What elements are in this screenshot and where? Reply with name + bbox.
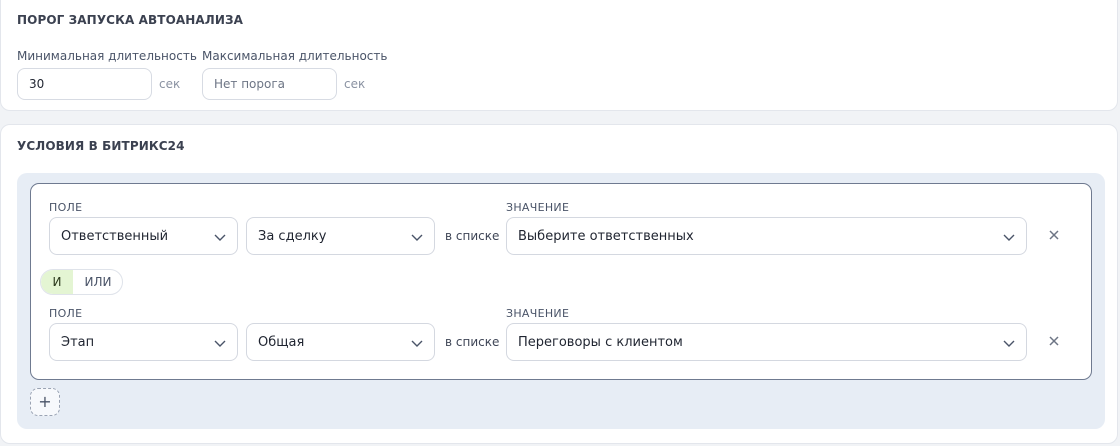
row2-value-select[interactable]: Переговоры с клиентом bbox=[506, 323, 1027, 361]
row2-value: Переговоры с клиентом bbox=[518, 335, 683, 350]
row2-field-label: ПОЛЕ bbox=[49, 307, 83, 320]
row1-operator: в списке bbox=[445, 229, 500, 243]
logic-or-option[interactable]: ИЛИ bbox=[73, 270, 122, 294]
chevron-down-icon bbox=[1003, 234, 1015, 241]
row2-mode-select[interactable]: Общая bbox=[246, 323, 435, 361]
condition-group: ПОЛЕ Ответственный За сделку в списке ЗН… bbox=[30, 183, 1092, 380]
row1-field-value: Ответственный bbox=[61, 229, 169, 244]
close-icon[interactable] bbox=[1046, 333, 1062, 349]
row2-mode-value: Общая bbox=[258, 335, 305, 350]
row1-value-select[interactable]: Выберите ответственных bbox=[506, 217, 1027, 255]
row1-field-select[interactable]: Ответственный bbox=[49, 217, 238, 255]
threshold-card: ПОРОГ ЗАПУСКА АВТОАНАЛИЗА Минимальная дл… bbox=[0, 0, 1118, 111]
logic-toggle: И ИЛИ bbox=[40, 269, 123, 295]
row2-operator: в списке bbox=[445, 335, 500, 349]
min-duration-input[interactable] bbox=[17, 68, 152, 100]
threshold-title: ПОРОГ ЗАПУСКА АВТОАНАЛИЗА bbox=[17, 13, 244, 27]
plus-icon: + bbox=[38, 392, 52, 411]
chevron-down-icon bbox=[411, 340, 423, 347]
row1-value: Выберите ответственных bbox=[518, 229, 694, 244]
chevron-down-icon bbox=[214, 234, 226, 241]
conditions-card: УСЛОВИЯ В БИТРИКС24 ПОЛЕ Ответственный З… bbox=[0, 124, 1118, 444]
row1-value-label: ЗНАЧЕНИЕ bbox=[506, 201, 570, 214]
max-duration-unit: сек bbox=[344, 77, 366, 91]
row2-field-value: Этап bbox=[61, 335, 95, 350]
chevron-down-icon bbox=[411, 234, 423, 241]
max-duration-label: Максимальная длительность bbox=[202, 49, 388, 63]
min-duration-label: Минимальная длительность bbox=[17, 49, 197, 63]
rules-area: ПОЛЕ Ответственный За сделку в списке ЗН… bbox=[17, 173, 1105, 429]
close-icon[interactable] bbox=[1046, 227, 1062, 243]
row1-field-label: ПОЛЕ bbox=[49, 201, 83, 214]
chevron-down-icon bbox=[1003, 340, 1015, 347]
chevron-down-icon bbox=[214, 340, 226, 347]
logic-and-option[interactable]: И bbox=[41, 270, 73, 294]
row1-mode-value: За сделку bbox=[258, 229, 327, 244]
row2-field-select[interactable]: Этап bbox=[49, 323, 238, 361]
add-condition-button[interactable]: + bbox=[30, 388, 60, 416]
conditions-title: УСЛОВИЯ В БИТРИКС24 bbox=[17, 139, 185, 153]
row2-value-label: ЗНАЧЕНИЕ bbox=[506, 307, 570, 320]
min-duration-unit: сек bbox=[159, 77, 181, 91]
row1-mode-select[interactable]: За сделку bbox=[246, 217, 435, 255]
max-duration-input[interactable] bbox=[202, 68, 337, 100]
